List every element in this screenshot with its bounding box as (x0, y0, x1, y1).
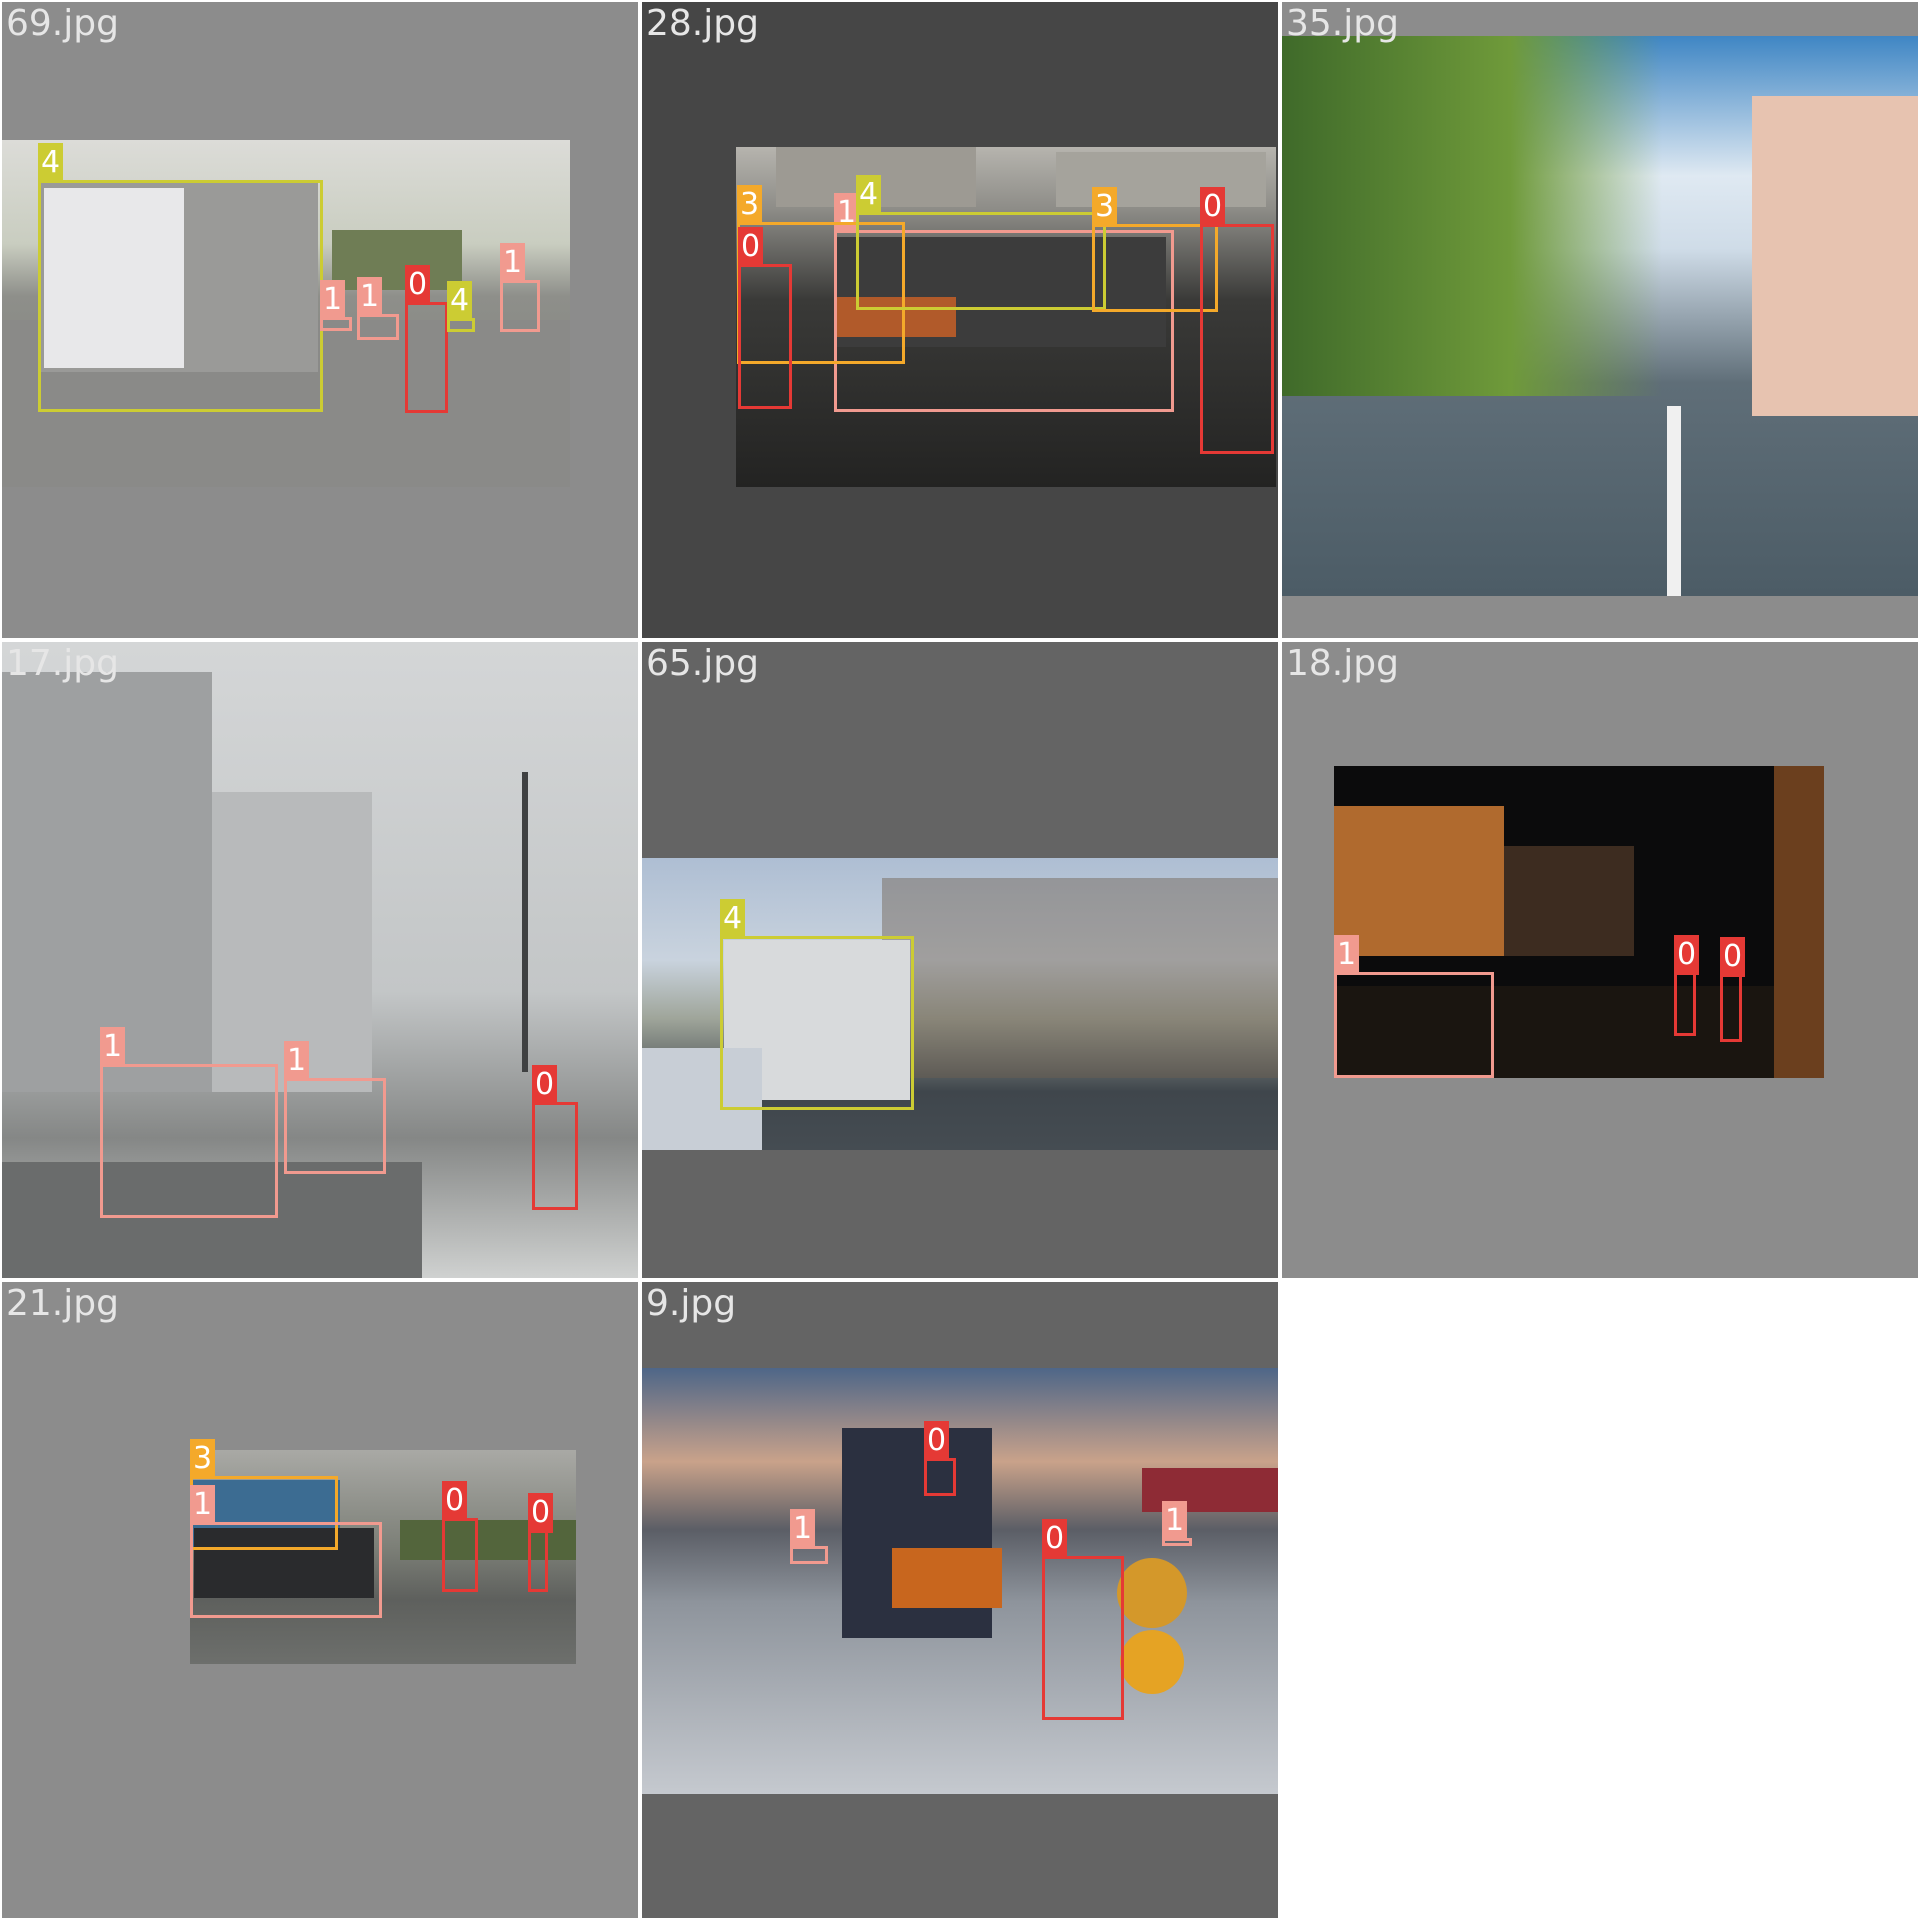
tile-17[interactable]: 1 1 0 17.jpg (2, 642, 638, 1278)
class-label: 0 (1720, 937, 1746, 977)
detection-box[interactable]: 4 (447, 281, 475, 332)
detection-box[interactable]: 0 (924, 1421, 956, 1496)
road-line (1667, 406, 1681, 596)
filename-label: 17.jpg (6, 643, 119, 684)
trees (882, 878, 1278, 1078)
detection-box[interactable]: 4 (720, 899, 914, 1110)
filename-label: 35.jpg (1286, 3, 1399, 44)
detection-box[interactable]: 4 (38, 143, 323, 412)
detection-box[interactable]: 0 (1674, 935, 1700, 1036)
detection-box[interactable]: 1 (1334, 935, 1494, 1078)
class-label: 0 (532, 1065, 558, 1105)
tile-69[interactable]: 4 1 1 0 4 1 69.jpg (2, 2, 638, 638)
class-label: 0 (738, 227, 764, 267)
detection-box[interactable]: 0 (528, 1493, 554, 1592)
class-label: 1 (190, 1485, 216, 1525)
building (1056, 152, 1266, 207)
class-label: 3 (1092, 187, 1118, 227)
filename-label: 21.jpg (6, 1283, 119, 1324)
class-label: 0 (924, 1421, 950, 1461)
detection-box[interactable]: 0 (442, 1481, 478, 1592)
street-lamp (522, 772, 528, 1072)
class-label: 1 (1334, 935, 1360, 975)
tile-35[interactable]: 35.jpg (1282, 2, 1918, 638)
class-label: 3 (190, 1439, 216, 1479)
class-label: 0 (528, 1493, 554, 1533)
building (1334, 806, 1504, 956)
class-label: 1 (1162, 1501, 1188, 1541)
class-label: 3 (737, 185, 763, 225)
detection-box[interactable]: 0 (532, 1065, 578, 1210)
photo-9 (642, 1368, 1278, 1794)
class-label: 4 (447, 281, 473, 321)
trees (332, 230, 462, 290)
class-label: 0 (405, 265, 431, 305)
class-label: 1 (320, 280, 346, 320)
class-label: 0 (1042, 1519, 1068, 1559)
detection-box[interactable]: 1 (284, 1041, 386, 1174)
detection-box[interactable]: 0 (1200, 187, 1274, 454)
tile-9[interactable]: 0 1 0 1 9.jpg (642, 1282, 1278, 1918)
filename-label: 28.jpg (646, 3, 759, 44)
class-label: 1 (284, 1041, 310, 1081)
detection-box[interactable]: 1 (320, 280, 352, 331)
class-label: 1 (790, 1509, 816, 1549)
building (1774, 766, 1824, 1078)
building (1752, 96, 1918, 416)
detection-box[interactable]: 0 (1042, 1519, 1124, 1720)
tile-18[interactable]: 1 0 0 18.jpg (1282, 642, 1918, 1278)
class-label: 4 (856, 175, 882, 215)
class-label: 0 (1200, 187, 1226, 227)
tile-28[interactable]: 1 3 0 4 3 0 28.jpg (642, 2, 1278, 638)
photo-35 (1282, 36, 1918, 596)
filename-label: 65.jpg (646, 643, 759, 684)
detection-box[interactable]: 1 (100, 1027, 278, 1218)
class-label: 1 (500, 243, 526, 283)
class-label: 1 (100, 1027, 126, 1067)
detection-box[interactable]: 1 (500, 243, 540, 332)
truck-body (892, 1548, 1002, 1608)
detection-box[interactable]: 0 (1720, 937, 1746, 1042)
tile-21[interactable]: 3 1 0 0 21.jpg (2, 1282, 638, 1918)
detection-box[interactable]: 4 (856, 175, 1106, 310)
building (1504, 846, 1634, 956)
detection-box[interactable]: 0 (738, 227, 792, 409)
class-label: 4 (720, 899, 746, 939)
road-sign (1120, 1630, 1184, 1694)
class-label: 4 (38, 143, 64, 183)
filename-label: 18.jpg (1286, 643, 1399, 684)
filename-label: 9.jpg (646, 1283, 737, 1324)
detection-box[interactable]: 1 (190, 1485, 382, 1618)
detection-box[interactable]: 0 (405, 265, 448, 413)
class-label: 0 (1674, 935, 1700, 975)
road-sign (1117, 1558, 1187, 1628)
class-label: 0 (442, 1481, 468, 1521)
detection-box[interactable]: 1 (790, 1509, 828, 1564)
class-label: 1 (357, 277, 383, 317)
detection-box[interactable]: 1 (1162, 1501, 1192, 1546)
filename-label: 69.jpg (6, 3, 119, 44)
detection-box[interactable]: 1 (357, 277, 399, 340)
trees (1282, 36, 1662, 396)
tile-65[interactable]: 4 65.jpg (642, 642, 1278, 1278)
